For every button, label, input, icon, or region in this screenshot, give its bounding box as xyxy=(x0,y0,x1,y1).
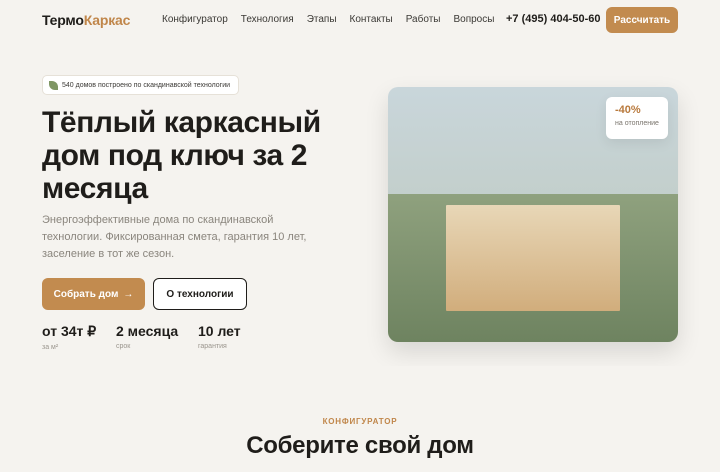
section-title: Соберите свой дом xyxy=(246,432,474,459)
nav-link-technology[interactable]: Технология xyxy=(241,14,294,25)
section-eyebrow: КОНФИГУРАТОР xyxy=(322,417,398,426)
hero-title: Тёплый каркасный дом под ключ за 2 месяц… xyxy=(42,106,321,205)
logo[interactable]: ТермоКаркас xyxy=(42,12,130,28)
house-facade xyxy=(446,205,620,311)
calculate-button[interactable]: Рассчитать xyxy=(606,7,678,33)
hero-lead: Энергоэффективные дома по скандинавской … xyxy=(42,214,307,260)
saving-value: -40% xyxy=(615,104,641,116)
build-house-label: Собрать дом xyxy=(53,288,119,300)
stat-price: от 34т ₽ за м² xyxy=(42,323,96,351)
nav-link-works[interactable]: Работы xyxy=(406,14,441,25)
build-house-button[interactable]: Собрать дом → xyxy=(42,278,145,310)
stat-label: срок xyxy=(116,343,131,350)
phone-link[interactable]: +7 (495) 404-50-60 xyxy=(506,13,600,25)
about-technology-button[interactable]: О технологии xyxy=(153,278,247,310)
arrow-right-icon: → xyxy=(123,288,134,300)
nav-link-faq[interactable]: Вопросы xyxy=(453,14,494,25)
stat-value: 10 лет xyxy=(198,323,241,339)
leaf-icon xyxy=(49,80,58,90)
houses-built-badge: 540 домов построено по скандинавской тех… xyxy=(42,75,240,95)
main-nav: Конфигуратор Технология Этапы Контакты Р… xyxy=(162,14,494,25)
stat-value: от 34т ₽ xyxy=(42,323,97,339)
stat-duration: 2 месяца срок xyxy=(116,323,178,350)
nav-link-configurator[interactable]: Конфигуратор xyxy=(162,14,228,25)
badge-text: 540 домов построено по скандинавской тех… xyxy=(62,81,231,89)
stat-label: за м² xyxy=(42,344,59,351)
stat-label: гарантия xyxy=(198,343,227,350)
logo-part-1: Термо xyxy=(42,12,84,28)
logo-part-2: Каркас xyxy=(83,12,131,28)
stat-warranty: 10 лет гарантия xyxy=(198,323,241,350)
nav-link-contacts[interactable]: Контакты xyxy=(350,14,393,25)
heating-saving-card: -40% на отопление xyxy=(606,97,668,139)
nav-link-stages[interactable]: Этапы xyxy=(307,14,337,25)
stat-value: 2 месяца xyxy=(116,323,179,339)
saving-label: на отопление xyxy=(615,120,659,127)
site-header: ТермоКаркас Конфигуратор Технология Этап… xyxy=(0,0,720,40)
